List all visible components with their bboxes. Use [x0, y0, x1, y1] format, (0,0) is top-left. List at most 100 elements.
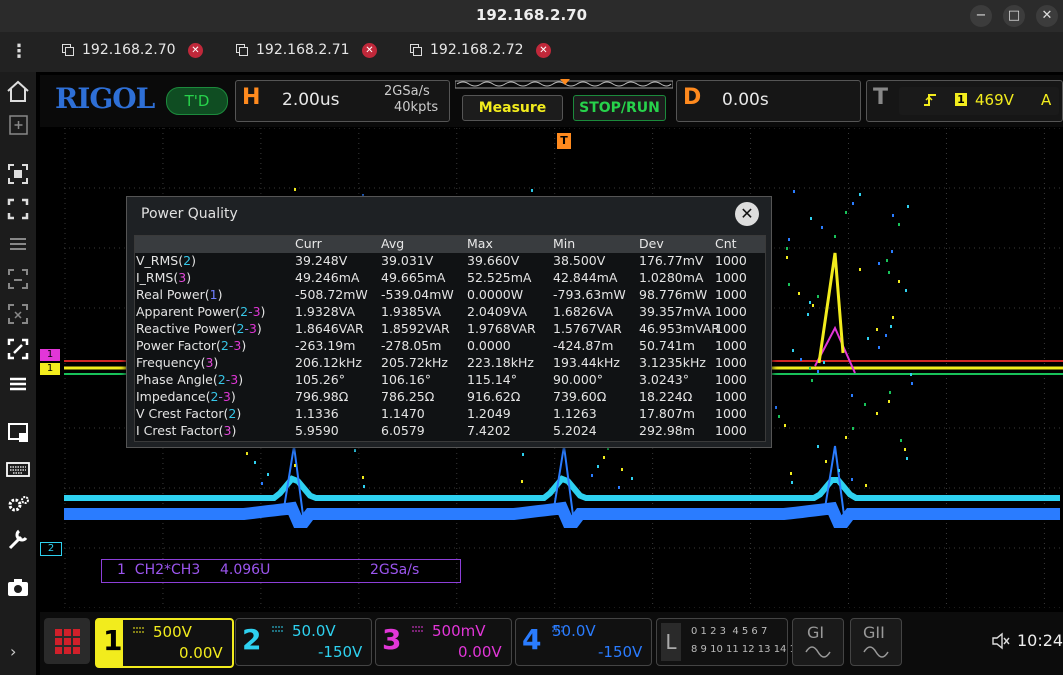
table-row: I_RMS(3) 49.246mA 49.665mA 52.525mA 42.844mA…: [135, 270, 765, 287]
noise-dot: [851, 478, 853, 481]
chevron-right-icon[interactable]: ›: [10, 642, 16, 661]
td-button[interactable]: T'D: [166, 87, 228, 115]
channel-3-box[interactable]: 3 500mV 0.00V: [375, 618, 512, 666]
measurement-value: 1000: [715, 270, 747, 285]
channel-2-box[interactable]: 2 50.0V -150V: [235, 618, 372, 666]
tab-192-168-2-72[interactable]: 192.168.2.72 ✕: [410, 32, 560, 70]
noise-dot: [852, 427, 854, 430]
math-expression: 1 CH2*CH3: [117, 562, 201, 578]
power-quality-dialog: Power Quality ✕ Curr Avg Max Min Dev Cnt…: [126, 196, 772, 448]
noise-dot: [791, 481, 793, 484]
logic-letter: L: [661, 623, 681, 661]
generator-2-button[interactable]: GII: [850, 618, 902, 666]
channel-offset: 0.00V: [458, 643, 502, 661]
column-header: Max: [467, 236, 493, 251]
measurement-label: V_RMS: [136, 253, 179, 268]
noise-dot: [834, 235, 836, 238]
noise-dot: [852, 202, 854, 205]
tab-close-icon[interactable]: ✕: [536, 43, 551, 58]
measurement-value: 1000: [715, 287, 747, 302]
menu-icon[interactable]: [4, 231, 32, 257]
shrink-icon[interactable]: [4, 301, 32, 327]
trigger-position-marker[interactable]: T: [557, 133, 571, 149]
app-menu-button[interactable]: [44, 618, 90, 664]
keyboard-icon[interactable]: [4, 456, 32, 482]
stop-run-button[interactable]: STOP/RUN: [573, 95, 666, 121]
measurement-source: 1: [209, 287, 218, 302]
ch1-marker-purple[interactable]: 1: [40, 349, 60, 361]
noise-dot: [838, 469, 840, 472]
settings-icon[interactable]: [4, 491, 32, 517]
noise-dot: [790, 472, 792, 475]
noise-dot: [811, 379, 813, 382]
measurement-value: 796.98Ω: [295, 389, 349, 404]
tab-192-168-2-71[interactable]: 192.168.2.71 ✕: [236, 32, 386, 70]
minimize-button[interactable]: −: [970, 5, 992, 27]
channel-4-box[interactable]: 4 50.0V -150V: [515, 618, 652, 666]
channel-scale: 500V: [153, 623, 192, 641]
channel-2-trace: [64, 475, 1060, 501]
column-header: Avg: [381, 236, 405, 251]
home-icon[interactable]: [4, 78, 32, 104]
measurement-value: 1.1470: [381, 406, 425, 421]
channel-1-spike: [817, 252, 845, 364]
noise-dot: [889, 391, 891, 394]
ch1-offset-marker[interactable]: 1: [40, 363, 60, 375]
noise-dot: [591, 474, 593, 477]
channel-1-box[interactable]: 1 500V 0.00V: [95, 618, 234, 668]
window-icon: [236, 44, 248, 56]
speaker-muted-icon[interactable]: [991, 632, 1011, 650]
fullscreen-icon[interactable]: [4, 196, 32, 222]
measurement-value: 0.0000: [467, 338, 511, 353]
logic-analyzer-box[interactable]: L 0 1 2 3 4 5 6 7 8 9 10 11 12 13 14 15: [656, 618, 802, 666]
noise-dot: [784, 424, 786, 427]
noise-dot: [876, 412, 878, 415]
trigger-mode: A: [1041, 91, 1052, 109]
measurement-value: 1.6826VA: [553, 304, 614, 319]
measure-button[interactable]: Measure: [462, 95, 563, 121]
add-window-icon[interactable]: [4, 112, 32, 138]
measurement-label: Apparent Power: [136, 304, 236, 319]
tab-192-168-2-70[interactable]: 192.168.2.70 ✕: [62, 32, 212, 70]
kebab-menu-icon[interactable]: ⋮: [10, 42, 28, 62]
maximize-button[interactable]: □: [1003, 5, 1025, 27]
generator-1-button[interactable]: GI: [792, 618, 844, 666]
window-icon: [62, 44, 74, 56]
delay-panel[interactable]: D 0.00s: [676, 80, 861, 122]
close-window-button[interactable]: ✕: [1036, 5, 1058, 27]
expand-icon[interactable]: [4, 336, 32, 362]
noise-dot: [778, 415, 780, 418]
measurement-label: Impedance: [136, 389, 206, 404]
list-icon[interactable]: [4, 371, 32, 397]
screen-share-icon[interactable]: [4, 266, 32, 292]
measurement-value: 39.031V: [381, 253, 434, 268]
noise-dot: [885, 334, 887, 337]
tab-close-icon[interactable]: ✕: [362, 43, 377, 58]
noise-dot: [892, 214, 894, 217]
zoom-in-icon[interactable]: [4, 161, 32, 187]
column-header: Curr: [295, 236, 322, 251]
noise-dot: [807, 313, 809, 316]
camera-icon[interactable]: [4, 574, 32, 600]
noise-dot: [888, 400, 890, 403]
measurement-value: 739.60Ω: [553, 389, 607, 404]
noise-dot: [294, 188, 296, 191]
measurement-value: -263.19m: [295, 338, 356, 353]
measurement-value: 98.776mW: [639, 287, 708, 302]
display-icon[interactable]: [4, 420, 32, 446]
logic-channels-high: 8 9 10 11 12 13 14 15: [691, 644, 803, 655]
measurement-value: 205.72kHz: [381, 355, 448, 370]
measurement-value: 5.2024: [553, 423, 597, 438]
noise-dot: [809, 301, 811, 304]
tab-close-icon[interactable]: ✕: [188, 43, 203, 58]
tools-icon[interactable]: [4, 526, 32, 552]
ch2-offset-marker[interactable]: 2: [40, 542, 62, 556]
math-label[interactable]: 1 CH2*CH3 4.096U 2GSa/s: [101, 559, 461, 583]
trigger-panel[interactable]: T 1 469V A: [866, 80, 1063, 122]
table-row: Impedance(2-3) 796.98Ω 786.25Ω 916.62Ω 739.6…: [135, 389, 765, 406]
measurement-value: 1.5767VAR: [553, 321, 622, 336]
noise-dot: [886, 259, 888, 262]
close-dialog-button[interactable]: ✕: [735, 202, 759, 226]
horizontal-panel[interactable]: H 2.00us 2GSa/s 40kpts: [235, 80, 450, 122]
measurement-value: 1000: [715, 355, 747, 370]
